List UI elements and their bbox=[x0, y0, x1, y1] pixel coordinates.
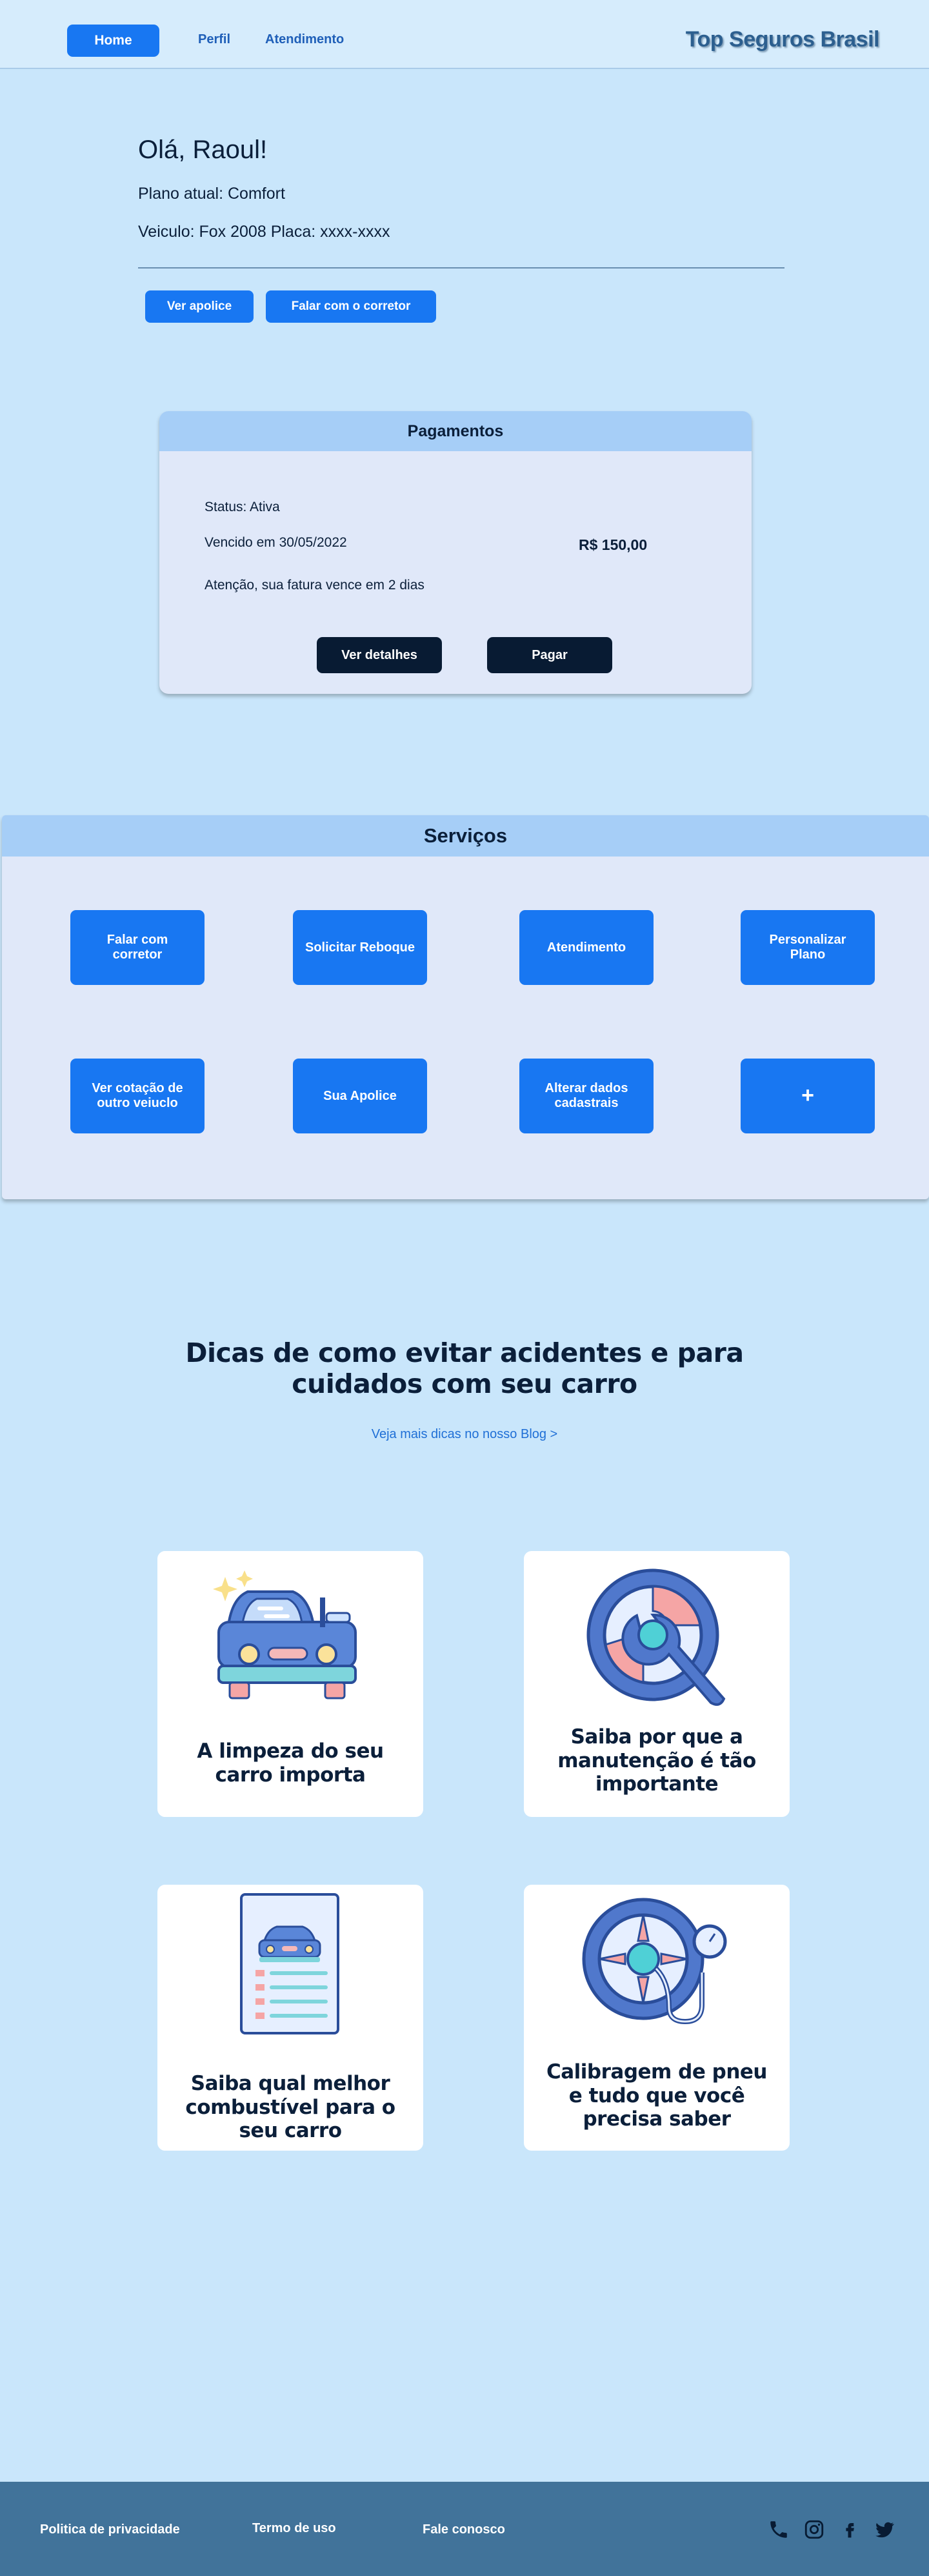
service-alterar-dados-button[interactable]: Alterar dados cadastrais bbox=[519, 1059, 654, 1133]
wrench-wheel-icon bbox=[586, 1568, 726, 1706]
services-card: Serviços Falar com corretor Solicitar Re… bbox=[2, 815, 929, 1199]
brand-logo[interactable]: Top Seguros Brasil bbox=[686, 27, 880, 52]
payment-amount: R$ 150,00 bbox=[579, 536, 648, 553]
blog-link[interactable]: Veja mais dicas no nosso Blog > bbox=[0, 1427, 929, 1442]
nav-atendimento-link[interactable]: Atendimento bbox=[265, 32, 344, 47]
tip-maintenance-text: Saiba por que a manutenção é tão importa… bbox=[557, 1725, 756, 1796]
terms-of-use-link[interactable]: Termo de uso bbox=[252, 2521, 336, 2536]
tip-tire-pressure-text: Calibragem de pneu e tudo que você preci… bbox=[546, 2060, 768, 2131]
service-add-button[interactable]: + bbox=[741, 1059, 875, 1133]
privacy-policy-link[interactable]: Politica de privacidade bbox=[40, 2522, 180, 2537]
service-apolice-button[interactable]: Sua Apolice bbox=[293, 1059, 427, 1133]
payment-due-date: Vencido em 30/05/2022 bbox=[205, 535, 347, 550]
tire-pressure-icon bbox=[582, 1898, 727, 2025]
twitter-icon[interactable] bbox=[874, 2519, 895, 2541]
tips-heading: Dicas de como evitar acidentes e para cu… bbox=[185, 1337, 744, 1400]
service-falar-corretor-button[interactable]: Falar com corretor bbox=[70, 910, 205, 985]
view-policy-button[interactable]: Ver apolice bbox=[145, 290, 254, 323]
instagram-icon[interactable] bbox=[803, 2519, 825, 2541]
talk-to-broker-button[interactable]: Falar com o corretor bbox=[266, 290, 436, 323]
payments-title: Pagamentos bbox=[159, 411, 752, 451]
vehicle-info: Veiculo: Fox 2008 Placa: xxxx-xxxx bbox=[138, 223, 390, 241]
tip-card-tire-pressure[interactable]: Calibragem de pneu e tudo que você preci… bbox=[524, 1885, 790, 2151]
services-title: Serviços bbox=[2, 815, 929, 857]
car-wash-icon bbox=[213, 1570, 357, 1699]
service-solicitar-reboque-button[interactable]: Solicitar Reboque bbox=[293, 910, 427, 985]
payment-warning: Atenção, sua fatura vence em 2 dias bbox=[205, 578, 425, 593]
nav-perfil-link[interactable]: Perfil bbox=[198, 32, 230, 47]
payments-card: Pagamentos Status: Ativa Vencido em 30/0… bbox=[159, 411, 752, 694]
divider bbox=[138, 267, 784, 269]
contact-link[interactable]: Fale conosco bbox=[423, 2522, 505, 2537]
tip-cleaning-text: A limpeza do seu carro importa bbox=[197, 1739, 384, 1787]
tip-card-cleaning[interactable]: A limpeza do seu carro importa bbox=[157, 1551, 423, 1817]
service-atendimento-button[interactable]: Atendimento bbox=[519, 910, 654, 985]
tip-fuel-text: Saiba qual melhor combustível para o seu… bbox=[185, 2072, 395, 2143]
payment-status: Status: Ativa bbox=[205, 500, 280, 514]
view-details-button[interactable]: Ver detalhes bbox=[317, 637, 442, 673]
greeting: Olá, Raoul! bbox=[138, 136, 268, 164]
phone-icon[interactable] bbox=[768, 2519, 790, 2541]
facebook-icon[interactable] bbox=[840, 2519, 859, 2541]
tip-card-fuel[interactable]: Saiba qual melhor combustível para o seu… bbox=[157, 1885, 423, 2151]
footer: Politica de privacidade Termo de uso Fal… bbox=[0, 2482, 929, 2576]
service-personalizar-plano-button[interactable]: Personalizar Plano bbox=[741, 910, 875, 985]
current-plan: Plano atual: Comfort bbox=[138, 185, 285, 203]
pay-button[interactable]: Pagar bbox=[487, 637, 612, 673]
fuel-checklist-icon bbox=[240, 1893, 339, 2034]
top-navbar: Home Perfil Atendimento Top Seguros Bras… bbox=[0, 0, 929, 69]
tip-card-maintenance[interactable]: Saiba por que a manutenção é tão importa… bbox=[524, 1551, 790, 1817]
nav-home-button[interactable]: Home bbox=[67, 25, 159, 57]
service-cotacao-button[interactable]: Ver cotação de outro veiuclo bbox=[70, 1059, 205, 1133]
